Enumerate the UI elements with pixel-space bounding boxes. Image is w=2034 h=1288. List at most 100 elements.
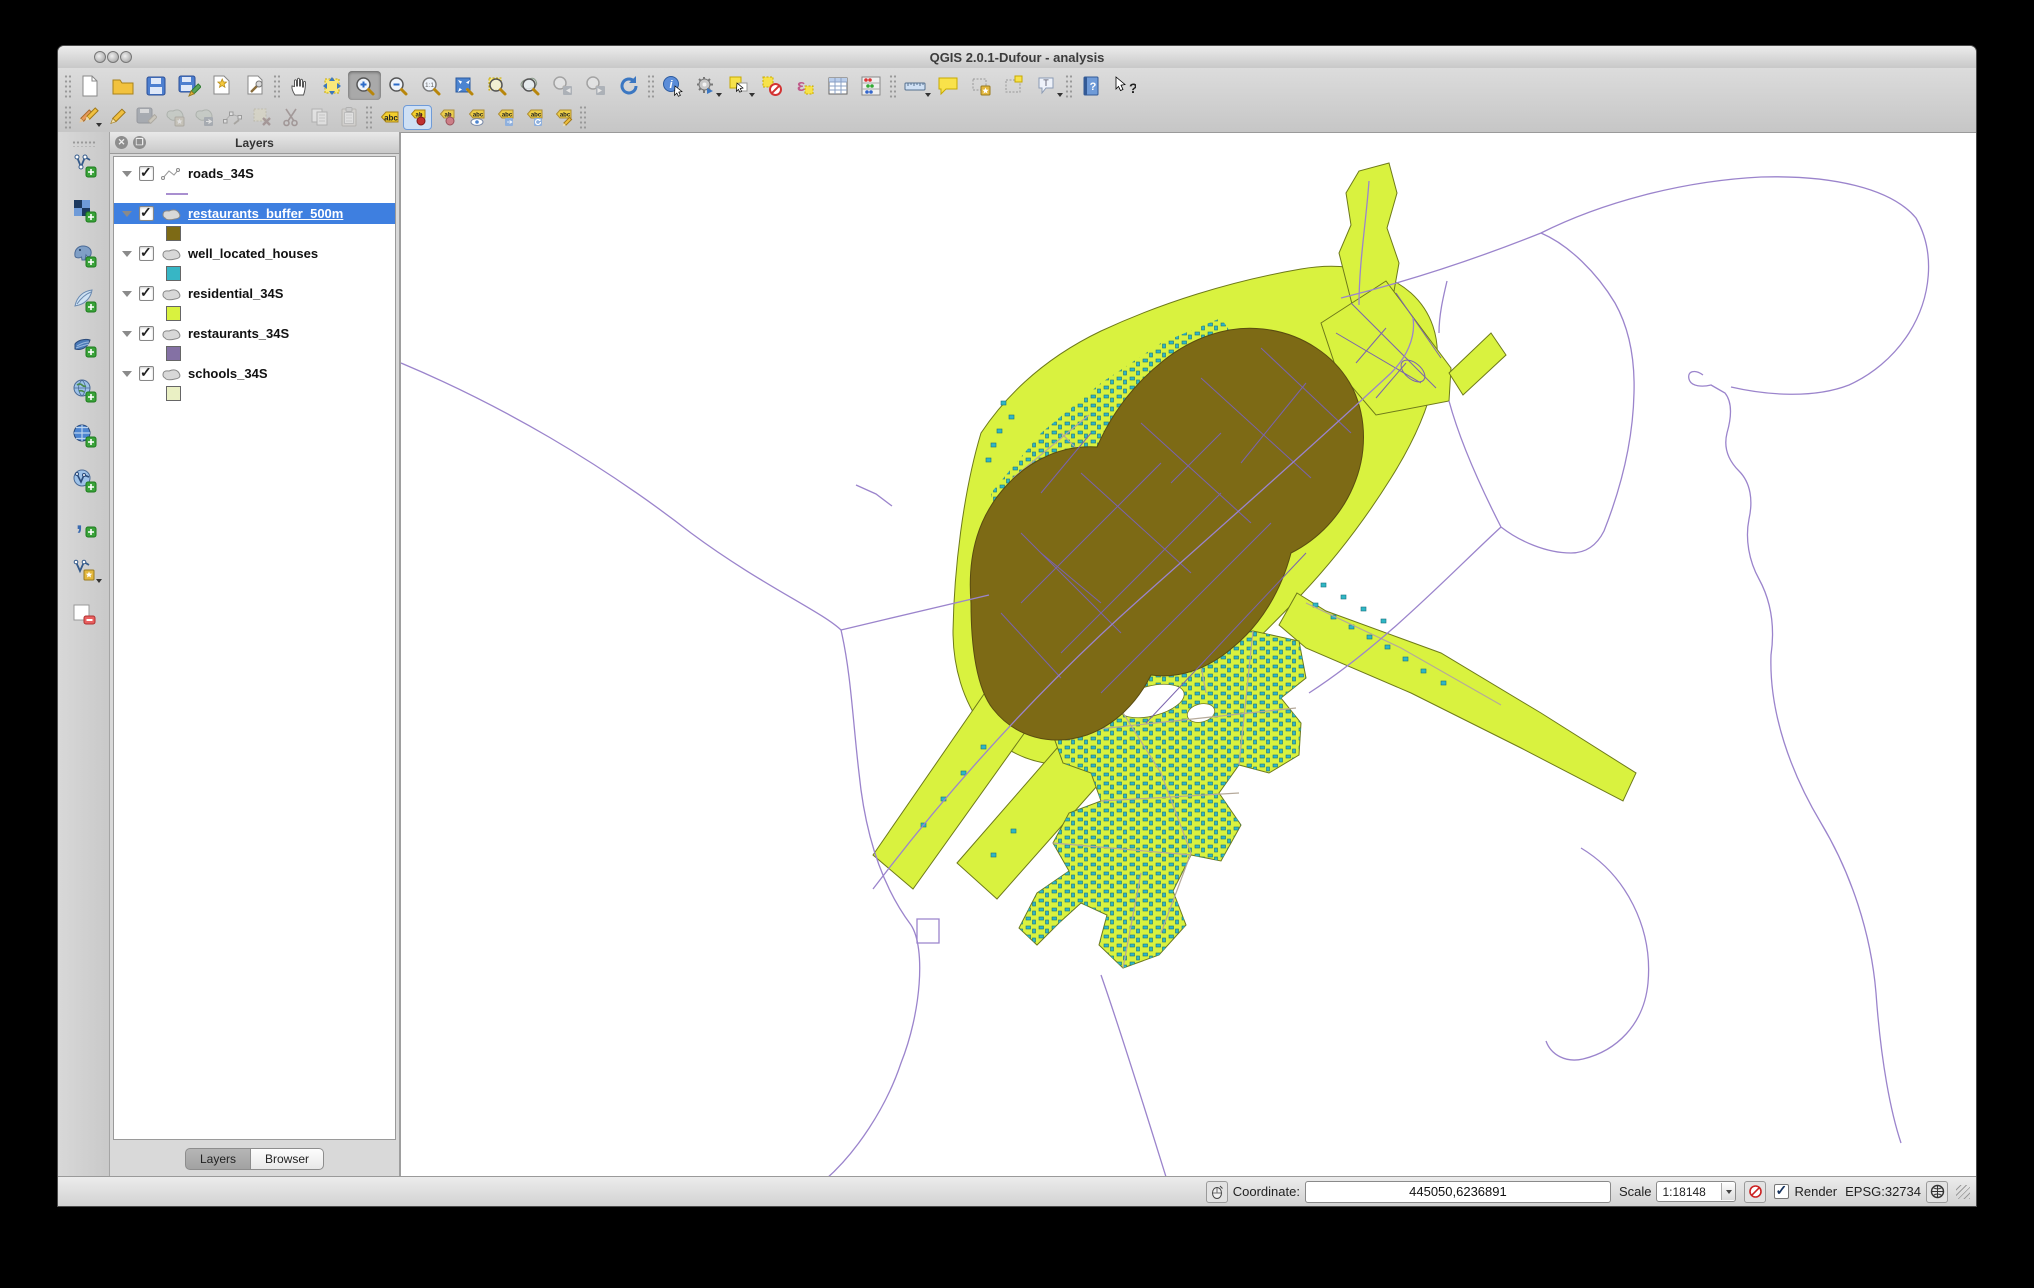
expand-triangle-icon[interactable] [122, 171, 132, 177]
resize-grip[interactable] [1956, 1185, 1970, 1199]
stop-render-button[interactable] [1744, 1181, 1766, 1203]
layer-row-well-located-houses[interactable]: well_located_houses [114, 243, 395, 264]
help-contents-button[interactable]: ? [1074, 71, 1107, 100]
tab-layers[interactable]: Layers [185, 1148, 251, 1170]
layer-checkbox[interactable] [139, 366, 154, 381]
add-delimited-text-layer-button[interactable]: , [66, 509, 102, 541]
zoom-to-selection-button[interactable] [480, 71, 513, 100]
crs-status-button[interactable] [1926, 1181, 1948, 1203]
close-window-button[interactable] [94, 51, 106, 63]
show-bookmarks-button[interactable] [997, 71, 1030, 100]
map-tips-button[interactable] [931, 71, 964, 100]
current-edits-button[interactable] [73, 105, 102, 130]
rotate-label-button[interactable]: abc [519, 105, 548, 130]
remove-layer-button[interactable] [66, 599, 102, 631]
add-wms-layer-button[interactable] [66, 374, 102, 406]
zoom-window-button[interactable] [120, 51, 132, 63]
expand-triangle-icon[interactable] [122, 211, 132, 217]
toolbar-grip[interactable] [579, 105, 586, 129]
pan-to-selection-button[interactable] [315, 71, 348, 100]
layer-checkbox[interactable] [139, 166, 154, 181]
save-layer-edits-button[interactable] [131, 105, 160, 130]
expand-triangle-icon[interactable] [122, 251, 132, 257]
new-project-button[interactable] [73, 71, 106, 100]
add-feature-button[interactable] [160, 105, 189, 130]
add-wfs-layer-button[interactable] [66, 464, 102, 496]
layer-checkbox[interactable] [139, 326, 154, 341]
minimize-window-button[interactable] [107, 51, 119, 63]
add-raster-layer-button[interactable] [66, 194, 102, 226]
add-spatialite-layer-button[interactable] [66, 284, 102, 316]
node-tool-button[interactable] [218, 105, 247, 130]
move-feature-button[interactable] [189, 105, 218, 130]
highlight-pinned-labels-button[interactable]: ab [432, 105, 461, 130]
copy-features-button[interactable] [305, 105, 334, 130]
title-bar[interactable]: QGIS 2.0.1-Dufour - analysis [58, 46, 1976, 69]
layer-checkbox[interactable] [139, 286, 154, 301]
new-shapefile-layer-button[interactable] [66, 554, 102, 586]
expand-triangle-icon[interactable] [122, 291, 132, 297]
field-calculator-button[interactable] [854, 71, 887, 100]
render-checkbox[interactable] [1774, 1184, 1789, 1199]
toolbar-grip[interactable] [1065, 74, 1072, 98]
layer-row-roads[interactable]: roads_34S [114, 163, 395, 184]
zoom-native-button[interactable]: 1:1 [414, 71, 447, 100]
new-bookmark-button[interactable] [964, 71, 997, 100]
zoom-full-button[interactable] [447, 71, 480, 100]
new-print-composer-button[interactable] [205, 71, 238, 100]
zoom-next-button[interactable] [579, 71, 612, 100]
add-mssql-layer-button[interactable] [66, 329, 102, 361]
toolbar-grip[interactable] [889, 74, 896, 98]
mouse-position-toggle-button[interactable] [1206, 1181, 1228, 1203]
toolbar-grip[interactable] [64, 74, 71, 98]
combo-arrow-icon[interactable] [1721, 1183, 1735, 1200]
open-attribute-table-button[interactable] [821, 71, 854, 100]
delete-selected-button[interactable] [247, 105, 276, 130]
zoom-to-layer-button[interactable] [513, 71, 546, 100]
refresh-map-button[interactable] [612, 71, 645, 100]
map-canvas[interactable] [401, 132, 1977, 1176]
expand-triangle-icon[interactable] [122, 371, 132, 377]
change-label-button[interactable]: abc [548, 105, 577, 130]
composer-manager-button[interactable] [238, 71, 271, 100]
coordinate-input[interactable] [1305, 1181, 1611, 1203]
toolbar-grip[interactable] [72, 140, 96, 147]
layer-checkbox[interactable] [139, 206, 154, 221]
layer-row-restaurants[interactable]: restaurants_34S [114, 323, 395, 344]
toolbar-grip[interactable] [647, 74, 654, 98]
cut-features-button[interactable] [276, 105, 305, 130]
add-vector-layer-button[interactable] [66, 149, 102, 181]
toolbar-grip[interactable] [365, 105, 372, 129]
zoom-in-button[interactable] [348, 71, 381, 100]
pin-labels-button[interactable]: ab [403, 105, 432, 130]
open-project-button[interactable] [106, 71, 139, 100]
paste-features-button[interactable] [334, 105, 363, 130]
whats-this-button[interactable]: ? [1107, 71, 1140, 100]
toggle-editing-button[interactable] [102, 105, 131, 130]
move-label-button[interactable]: abc [490, 105, 519, 130]
show-hide-labels-button[interactable]: abc [461, 105, 490, 130]
run-feature-action-button[interactable] [689, 71, 722, 100]
toolbar-grip[interactable] [64, 105, 71, 129]
deselect-features-button[interactable] [755, 71, 788, 100]
zoom-out-button[interactable] [381, 71, 414, 100]
layer-row-schools[interactable]: schools_34S [114, 363, 395, 384]
add-wcs-layer-button[interactable] [66, 419, 102, 451]
save-project-button[interactable] [139, 71, 172, 100]
layer-row-restaurants-buffer[interactable]: restaurants_buffer_500m [114, 203, 395, 224]
measure-line-button[interactable] [898, 71, 931, 100]
tab-browser[interactable]: Browser [251, 1148, 324, 1170]
toolbar-grip[interactable] [273, 74, 280, 98]
select-features-button[interactable] [722, 71, 755, 100]
identify-features-button[interactable]: i [656, 71, 689, 100]
expand-triangle-icon[interactable] [122, 331, 132, 337]
select-by-expression-button[interactable]: ε [788, 71, 821, 100]
add-postgis-layer-button[interactable] [66, 239, 102, 271]
pan-map-button[interactable] [282, 71, 315, 100]
panel-float-icon[interactable]: ❐ [133, 136, 146, 149]
layer-row-residential[interactable]: residential_34S [114, 283, 395, 304]
zoom-last-button[interactable] [546, 71, 579, 100]
layer-labeling-button[interactable]: abc [374, 105, 403, 130]
panel-close-icon[interactable]: ✕ [115, 136, 128, 149]
text-annotation-button[interactable]: T [1030, 71, 1063, 100]
